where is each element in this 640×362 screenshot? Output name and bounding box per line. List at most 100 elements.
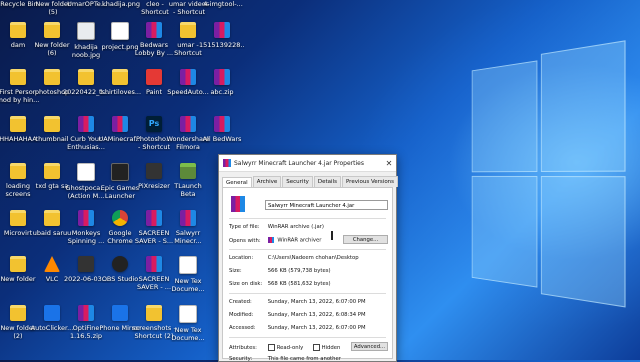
location-row: Location: C:\Users\Nadeem chohan\Desktop [229,255,359,261]
rar-icon [180,69,196,85]
advanced-button[interactable]: Advanced... [351,342,388,351]
desktop-icon[interactable]: New Tex Docume... [166,303,210,349]
size-on-disk-label: Size on disk: [229,281,266,287]
size-on-disk-value: 568 KB (581,632 bytes) [268,281,331,287]
desktop-icon-label: abc.zip [199,88,245,96]
created-label: Created: [229,299,266,305]
folder-icon [78,69,94,85]
winrar-icon [268,237,274,243]
divider [229,249,386,250]
location-label: Location: [229,255,266,261]
created-row: Created: Sunday, March 13, 2022, 6:07:00… [229,299,366,305]
modified-row: Modified: Sunday, March 13, 2022, 6:08:3… [229,312,366,318]
rar-icon [180,116,196,132]
folder-icon [146,305,162,321]
ps-icon: Ps [146,116,162,132]
type-of-file-row: Type of file: WinRAR archive (.jar) [229,224,324,230]
folder-icon [10,305,26,321]
chrome-icon [112,210,128,226]
hidden-label: Hidden [322,345,341,351]
attributes-row: Attributes: Read-only Hidden [229,344,340,351]
winrar-file-icon [231,196,245,212]
rar-icon [214,69,230,85]
folder-icon [180,22,196,38]
desktop-icon-label: All BedWars [199,135,245,143]
divider [229,293,386,294]
folder-icon [10,163,26,179]
tab-details[interactable]: Details [314,176,341,187]
attributes-label: Attributes: [229,345,266,351]
vlc-icon [44,256,60,272]
accessed-row: Accessed: Sunday, March 13, 2022, 6:07:0… [229,325,366,331]
blue-icon [44,305,60,321]
rar-icon [146,22,162,38]
desktop-icon[interactable]: TLaunch Beta [166,161,210,207]
desktop-icon[interactable]: New Tex Docume... [166,254,210,300]
size-value: 566 KB (579,738 bytes) [268,268,331,274]
img-icon [77,22,95,40]
desktop-icon[interactable]: abc.zip [200,67,244,113]
tab-previous-versions[interactable]: Previous Versions [342,176,398,187]
rar-icon [214,116,230,132]
windows-logo-wallpaper [472,47,624,302]
doc-icon [77,163,95,181]
security-value: This file came from another [268,356,341,362]
dialog-titlebar[interactable]: Salwyrr Minecraft Launcher 4.jar Propert… [219,155,396,172]
red-icon [146,69,162,85]
app-icon [78,256,94,272]
properties-dialog: Salwyrr Minecraft Launcher 4.jar Propert… [218,154,397,362]
folder-icon [112,69,128,85]
tab-archive[interactable]: Archive [253,176,282,187]
desktop-icon-label: Salwyrr Minecr... [165,229,211,245]
security-row: Security: This file came from another [229,356,341,362]
desktop-icon-label[interactable]: 4-imgtool-... [200,0,246,8]
rar-icon [146,210,162,226]
folder-icon [44,163,60,179]
change-button[interactable]: Change... [343,235,388,244]
doc-icon [111,22,129,40]
game-icon [111,163,129,181]
file-name-field[interactable]: Salwyrr Minecraft Launcher 4.jar [265,200,388,210]
desktop-icon[interactable]: 1515139228... [200,20,244,66]
tab-security[interactable]: Security [282,176,313,187]
mc-icon [180,163,196,179]
divider [229,337,386,338]
type-of-file-label: Type of file: [229,224,266,230]
app-icon [146,163,162,179]
desktop-icon-label: TLaunch Beta [165,182,211,198]
folder-icon [44,210,60,226]
dialog-title: Salwyrr Minecraft Launcher 4.jar Propert… [234,160,382,167]
hidden-checkbox[interactable] [313,344,320,351]
folder-icon [44,69,60,85]
doc-icon [179,305,197,323]
security-label: Security: [229,356,266,362]
size-label: Size: [229,268,266,274]
desktop-icon-label: 1515139228... [199,41,245,49]
divider [229,218,386,219]
rar-icon [78,305,94,321]
accessed-label: Accessed: [229,325,266,331]
tab-bar: General Archive Security Details Previou… [219,172,396,187]
general-panel: Salwyrr Minecraft Launcher 4.jar Type of… [222,187,393,359]
desktop-icon[interactable]: Salwyrr Minecr... [166,208,210,254]
winrar-icon [223,159,231,167]
readonly-checkbox[interactable] [268,344,275,351]
folder-icon [10,69,26,85]
rar-icon [180,210,196,226]
text-cursor-icon [331,231,333,240]
rar-icon [112,116,128,132]
doc-icon [179,256,197,274]
rar-icon [78,116,94,132]
opens-with-row: Opens with: WinRAR archiver [229,237,321,244]
desktop-icon-label: New Tex Docume... [165,277,211,293]
folder-icon [10,22,26,38]
desktop-icon-label: New Tex Docume... [165,326,211,342]
rar-icon [214,22,230,38]
rar-icon [78,210,94,226]
modified-label: Modified: [229,312,266,318]
readonly-label: Read-only [277,345,304,351]
close-button[interactable]: ✕ [382,159,396,168]
folder-icon [10,210,26,226]
size-on-disk-row: Size on disk: 568 KB (581,632 bytes) [229,281,331,287]
location-value: C:\Users\Nadeem chohan\Desktop [268,255,359,261]
